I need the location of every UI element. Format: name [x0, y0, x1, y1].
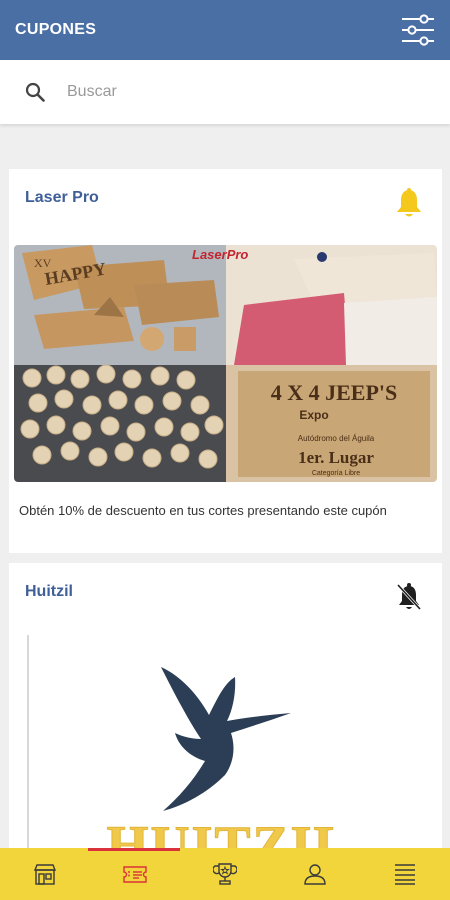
user-icon: [304, 864, 326, 885]
store-icon: [33, 864, 57, 885]
sliders-icon: [402, 14, 434, 46]
bell-off-icon[interactable]: [394, 581, 424, 613]
search-bar: [0, 60, 450, 124]
year-text: XV: [34, 256, 52, 270]
coupon-business-name: Laser Pro: [25, 189, 99, 206]
menu-icon: [395, 864, 415, 885]
app-bar: CUPONES: [0, 0, 450, 60]
sign-line-4: 1er. Lugar: [298, 448, 374, 467]
laserpro-logo-text: LaserPro: [192, 247, 248, 262]
coupon-image[interactable]: HAPPY XV LaserPro 4 X 4 JEEP'S Expo Autó…: [14, 245, 437, 482]
filter-button[interactable]: [400, 12, 436, 48]
sign-line-1: 4 X 4 JEEP'S: [271, 380, 398, 405]
coupon-image[interactable]: HUITZIL: [27, 635, 437, 848]
coupon-card[interactable]: Laser Pro HAPPY XV LaserPro 4 X 4 JEEP'S…: [9, 169, 442, 553]
sign-line-2: Expo: [299, 408, 328, 422]
sign-line-5: Categoría Libre: [312, 470, 360, 477]
trophy-icon: [213, 863, 237, 885]
nav-item-coupons[interactable]: [90, 848, 180, 900]
search-icon[interactable]: [24, 81, 46, 103]
search-input[interactable]: [67, 83, 407, 101]
huitzil-logo-text: HUITZIL: [106, 815, 351, 848]
bottom-nav: [0, 848, 450, 900]
coupon-feed[interactable]: Laser Pro HAPPY XV LaserPro 4 X 4 JEEP'S…: [0, 124, 450, 848]
coupon-icon: [123, 866, 147, 883]
nav-item-profile[interactable]: [270, 848, 360, 900]
coupon-description: Obtén 10% de descuento en tus cortes pre…: [19, 503, 387, 518]
nav-item-rewards[interactable]: [180, 848, 270, 900]
page-title: CUPONES: [15, 21, 97, 38]
nav-item-menu[interactable]: [360, 848, 450, 900]
nav-item-store[interactable]: [0, 848, 90, 900]
bell-icon[interactable]: [394, 187, 424, 219]
hummingbird-logo: [161, 667, 291, 811]
coupon-card[interactable]: Huitzil HUITZIL: [9, 563, 442, 848]
sign-line-3: Autódromo del Águila: [298, 434, 375, 443]
coupon-business-name: Huitzil: [25, 583, 73, 600]
